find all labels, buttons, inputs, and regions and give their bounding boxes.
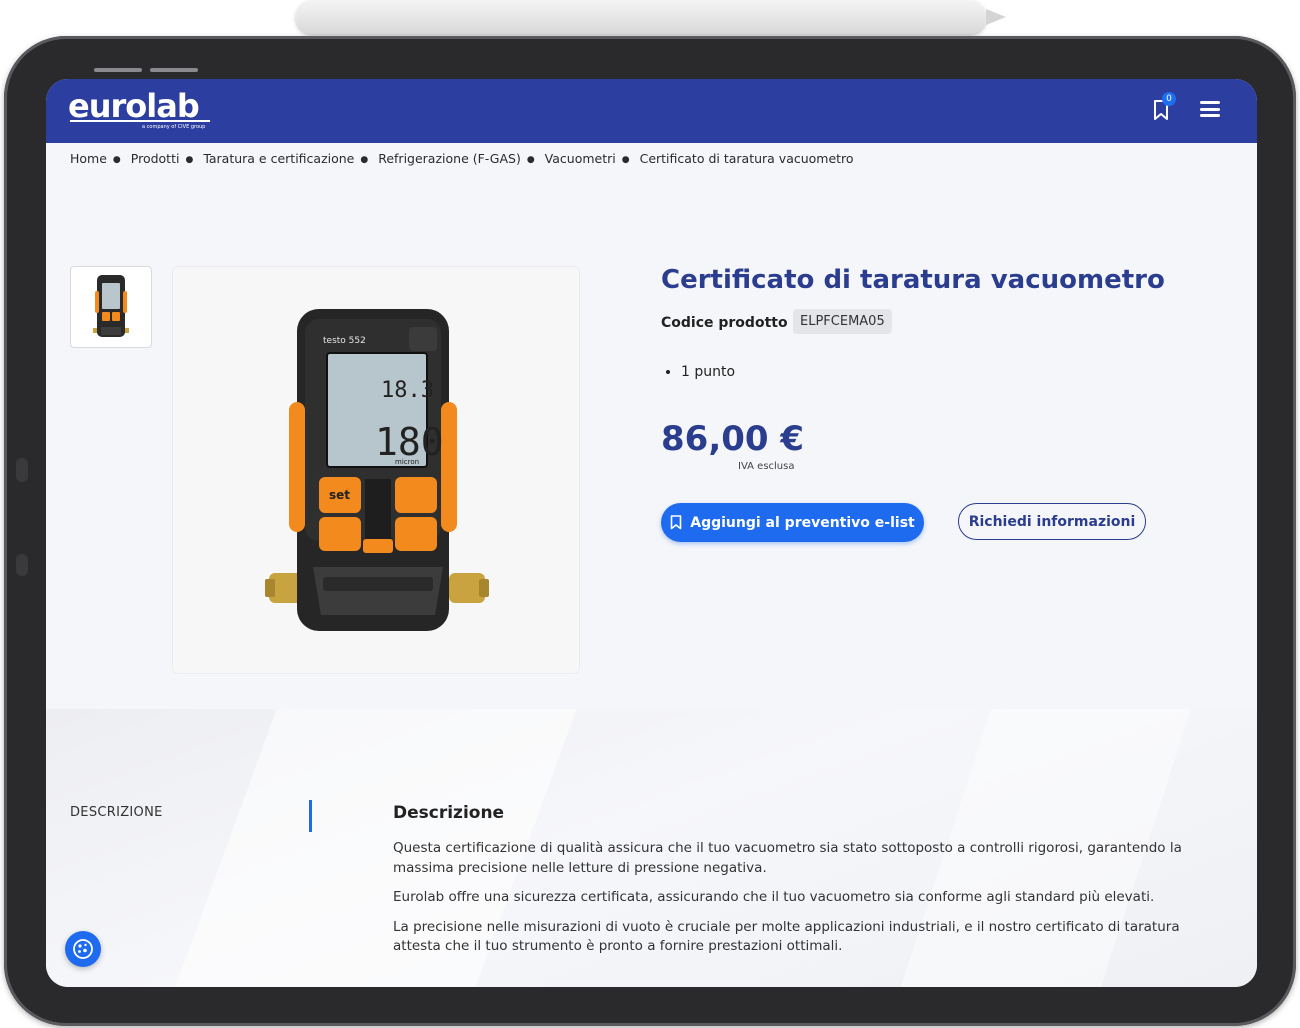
product-features-list: 1 punto xyxy=(661,364,735,380)
volume-button xyxy=(94,68,142,72)
breadcrumb-prodotti[interactable]: Prodotti xyxy=(131,151,180,166)
bookmark-icon xyxy=(670,515,682,530)
description-paragraph: La precisione nelle misurazioni di vuoto… xyxy=(393,918,1180,955)
apple-pencil xyxy=(296,0,986,34)
site-header: eurolab a company of CIVE group 0 xyxy=(46,79,1257,143)
side-sensor xyxy=(16,554,28,576)
bookmark-count-badge: 0 xyxy=(1162,92,1176,106)
logo-underline xyxy=(70,120,210,122)
apple-pencil-tip xyxy=(986,9,1006,25)
breadcrumb-home[interactable]: Home xyxy=(70,151,107,166)
breadcrumb-current: Certificato di taratura vacuometro xyxy=(639,151,854,166)
cookie-settings-button[interactable] xyxy=(65,931,101,967)
product-price: 86,00 € xyxy=(661,419,805,459)
cookie-icon xyxy=(73,939,93,959)
breadcrumb: Home ● Prodotti ● Taratura e certificazion… xyxy=(70,151,854,166)
volume-button xyxy=(150,68,198,72)
description-paragraph: Questa certificazione di qualità assicur… xyxy=(393,840,1182,876)
side-sensor xyxy=(16,458,28,482)
tablet-screen: eurolab a company of CIVE group 0 Home ● … xyxy=(46,79,1257,987)
description-paragraph: Eurolab offre una sicurezza certificata,… xyxy=(393,889,1155,905)
tab-active-indicator xyxy=(309,800,312,832)
breadcrumb-vacuometri[interactable]: Vacuometri xyxy=(545,151,616,166)
vat-note: IVA esclusa xyxy=(738,461,795,472)
add-to-quote-button[interactable]: Aggiungi al preventivo e-list xyxy=(661,503,924,542)
logo-tagline: a company of CIVE group xyxy=(142,124,206,130)
device-set-label: set xyxy=(329,488,350,502)
product-title: Certificato di taratura vacuometro xyxy=(661,265,1165,295)
device-reading-top: 18.3 xyxy=(381,378,434,403)
product-thumbnail[interactable] xyxy=(70,266,152,348)
breadcrumb-refrigerazione[interactable]: Refrigerazione (F-GAS) xyxy=(378,151,521,166)
product-code-label: Codice prodotto xyxy=(661,315,788,331)
vacuum-gauge-image: testo 552 18.3 180 micron set xyxy=(265,309,489,631)
thumbnail-device-image xyxy=(93,275,129,337)
description-body: Questa certificazione di qualità assicur… xyxy=(393,839,1213,967)
product-code-value: ELPFCEMA05 xyxy=(793,309,892,334)
device-unit-label: micron xyxy=(395,458,419,466)
request-info-button[interactable]: Richiedi informazioni xyxy=(958,503,1146,540)
add-to-quote-label: Aggiungi al preventivo e-list xyxy=(690,514,915,531)
breadcrumb-taratura[interactable]: Taratura e certificazione xyxy=(203,151,354,166)
product-main-image[interactable]: testo 552 18.3 180 micron set xyxy=(172,266,580,674)
description-heading: Descrizione xyxy=(393,803,505,823)
hamburger-menu-icon[interactable] xyxy=(1200,101,1220,117)
device-brand-label: testo 552 xyxy=(323,336,366,346)
description-section: DESCRIZIONE Descrizione Questa certifica… xyxy=(46,709,1257,987)
product-feature-item: 1 punto xyxy=(681,364,735,380)
tab-descrizione[interactable]: DESCRIZIONE xyxy=(70,805,163,820)
